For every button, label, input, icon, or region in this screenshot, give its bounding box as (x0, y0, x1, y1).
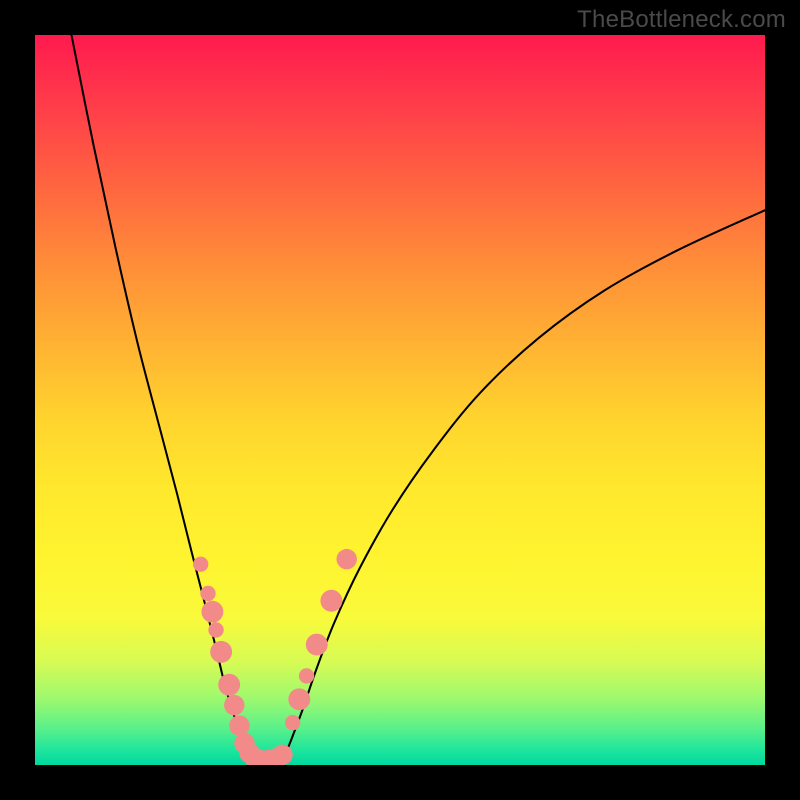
chart-stage: TheBottleneck.com (0, 0, 800, 800)
plot-gradient (35, 35, 765, 765)
watermark-text: TheBottleneck.com (577, 6, 786, 34)
